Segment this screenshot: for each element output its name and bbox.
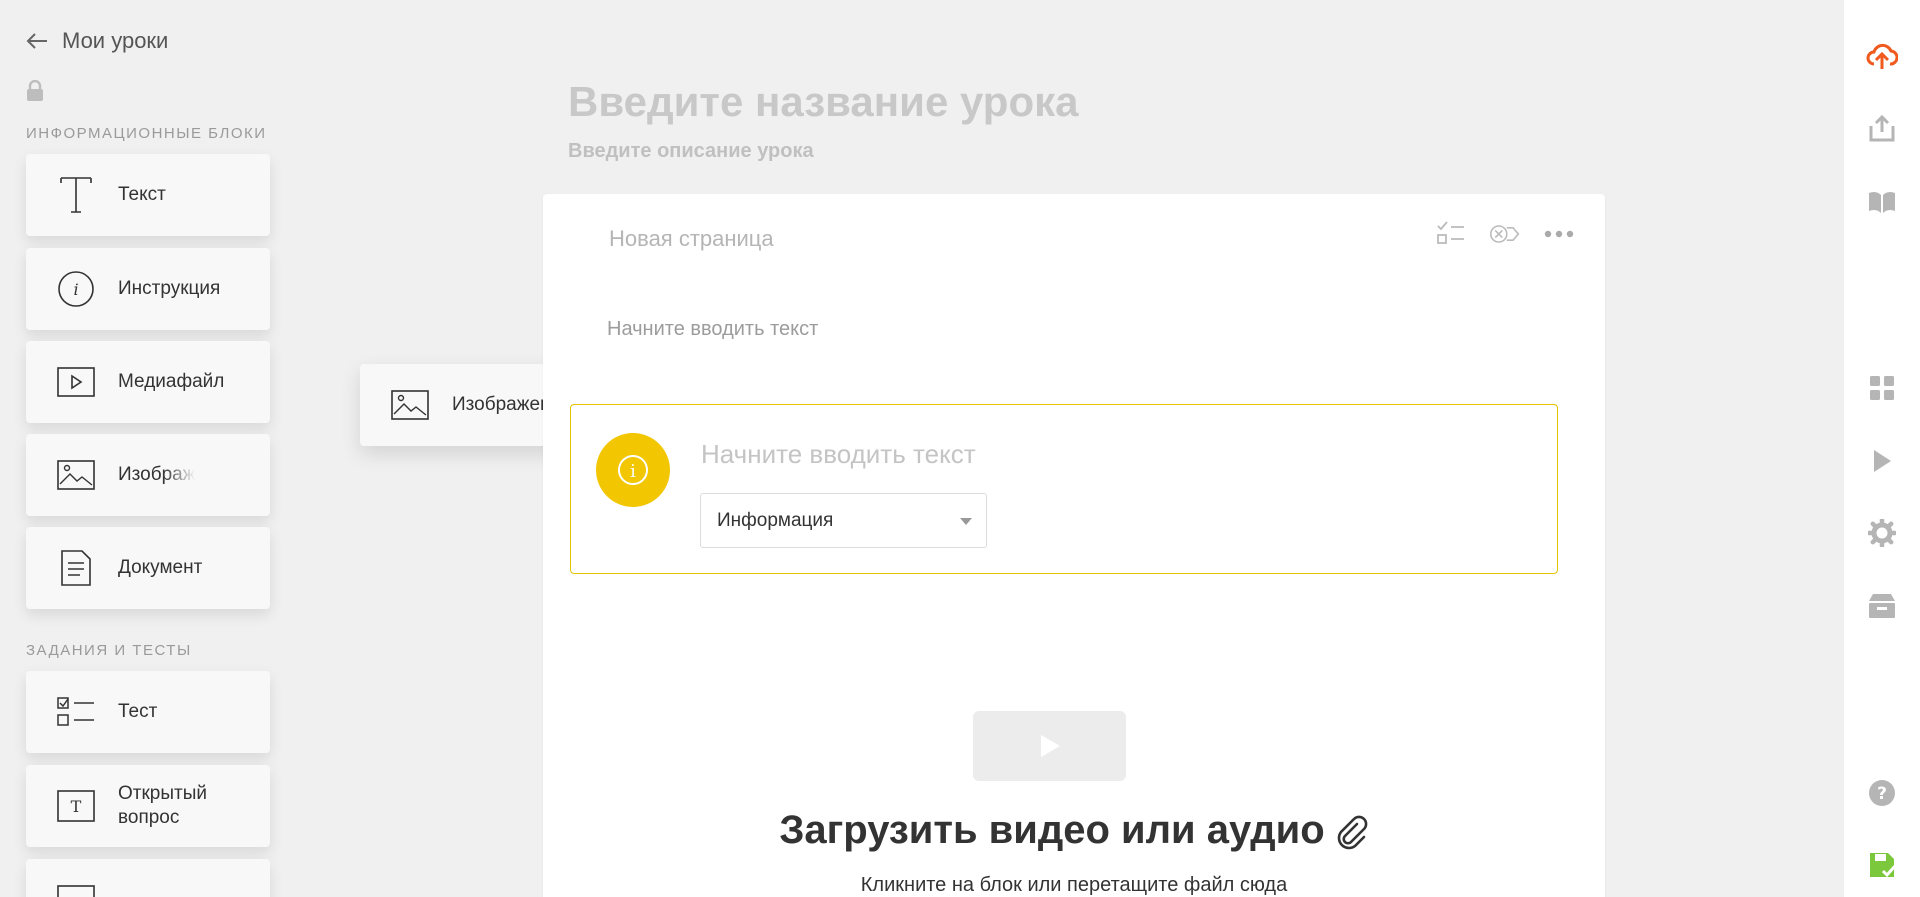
instruction-block[interactable]: i Начните вводить текст Информация — [570, 404, 1558, 574]
media-upload-title[interactable]: Загрузить видео или аудио — [543, 808, 1605, 853]
image-icon — [390, 385, 430, 425]
block-instruction[interactable]: i Инструкция — [26, 248, 270, 330]
media-upload-area[interactable] — [973, 711, 1126, 781]
back-to-lessons-link[interactable]: Мои уроки — [26, 28, 168, 54]
checklist-icon[interactable] — [1435, 220, 1467, 248]
text-icon — [56, 175, 96, 215]
lock-icon[interactable] — [25, 79, 45, 107]
shuffle-icon[interactable] — [1489, 220, 1521, 248]
block-label: Тест — [118, 701, 158, 722]
lesson-title-input[interactable]: Введите название урока — [568, 78, 1078, 126]
cloud-upload-icon[interactable] — [1866, 40, 1898, 72]
gear-icon[interactable] — [1866, 517, 1898, 549]
block-image[interactable]: Изображ — [26, 434, 270, 516]
block-more[interactable] — [26, 859, 270, 897]
text-block-input[interactable]: Начните вводить текст — [607, 318, 818, 341]
paperclip-icon — [1337, 816, 1368, 850]
media-upload-title-text: Загрузить видео или аудио — [779, 808, 1325, 852]
svg-text:?: ? — [1877, 784, 1887, 804]
blocks-sidebar: Мои уроки ИНФОРМАЦИОННЫЕ БЛОКИ Текст i И… — [0, 0, 290, 897]
svg-text:i: i — [73, 280, 78, 299]
media-icon — [56, 362, 96, 402]
share-icon[interactable] — [1866, 112, 1898, 144]
block-text[interactable]: Текст — [26, 154, 270, 236]
page-toolbar — [1435, 220, 1575, 248]
block-label: Текст — [118, 184, 166, 205]
media-upload-hint: Кликните на блок или перетащите файл сюд… — [860, 874, 1288, 896]
chevron-down-icon — [960, 518, 972, 525]
grid-icon[interactable] — [1866, 372, 1898, 404]
info-blocks-section-title: ИНФОРМАЦИОННЫЕ БЛОКИ — [26, 125, 267, 142]
instruction-type-select[interactable]: Информация — [700, 493, 987, 548]
block-test[interactable]: Тест — [26, 671, 270, 753]
save-icon[interactable] — [1866, 849, 1898, 881]
page-name-input[interactable]: Новая страница — [609, 226, 774, 252]
info-icon: i — [56, 269, 96, 309]
block-label: Медиафайл — [118, 371, 225, 392]
info-icon: i — [596, 433, 670, 507]
block-label: Инструкция — [118, 278, 221, 299]
svg-text:T: T — [71, 797, 82, 816]
arrow-left-icon — [26, 33, 47, 49]
table-icon — [56, 880, 96, 897]
play-icon[interactable] — [1866, 445, 1898, 477]
block-media[interactable]: Медиафайл — [26, 341, 270, 423]
image-icon — [56, 455, 96, 495]
play-icon — [1040, 735, 1060, 757]
archive-icon[interactable] — [1866, 590, 1898, 622]
lesson-page: Новая страница Начните вводить текст i Н… — [543, 194, 1605, 897]
instruction-type-value: Информация — [717, 509, 834, 531]
help-icon[interactable]: ? — [1866, 777, 1898, 809]
more-options-icon[interactable] — [1543, 220, 1575, 248]
document-icon — [56, 548, 96, 588]
block-document[interactable]: Документ — [26, 527, 270, 609]
block-label: Изображ — [118, 464, 196, 485]
block-label: Документ — [118, 557, 203, 578]
open-question-icon: T — [56, 786, 96, 826]
book-icon[interactable] — [1866, 186, 1898, 218]
instruction-text-input[interactable]: Начните вводить текст — [701, 439, 976, 470]
test-icon — [56, 692, 96, 732]
svg-text:i: i — [630, 461, 636, 482]
right-toolbar: ? — [1844, 0, 1920, 897]
lesson-description-input[interactable]: Введите описание урока — [568, 140, 814, 163]
tasks-section-title: ЗАДАНИЯ И ТЕСТЫ — [26, 642, 192, 659]
back-label: Мои уроки — [62, 28, 169, 53]
block-open-question[interactable]: T Открытый вопрос — [26, 765, 270, 847]
block-label: Открытый вопрос — [118, 783, 207, 828]
